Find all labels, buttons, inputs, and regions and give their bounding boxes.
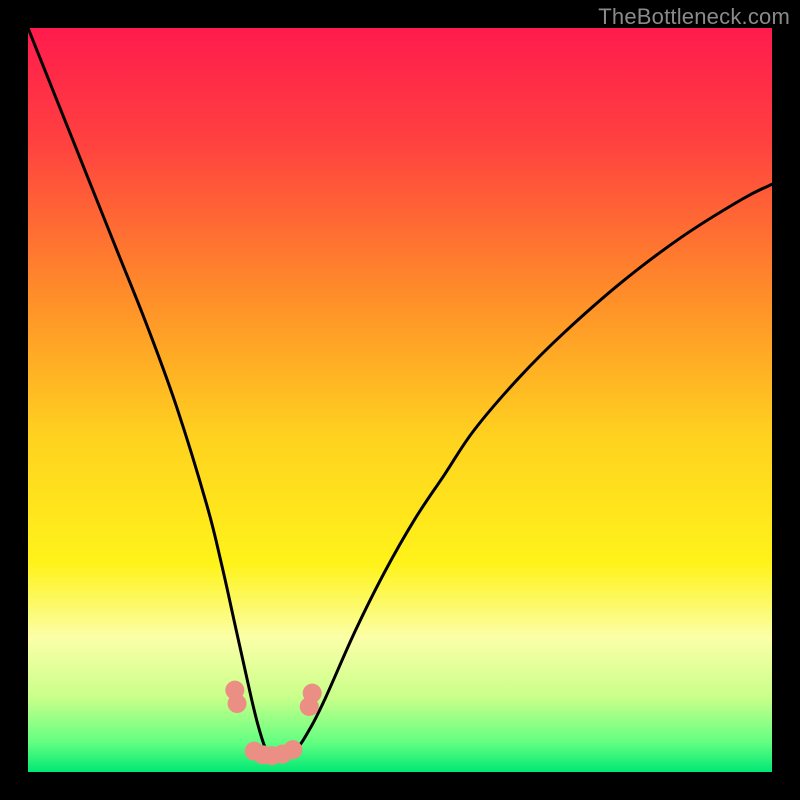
data-marker <box>228 694 247 713</box>
curve-markers <box>225 681 321 765</box>
data-marker <box>303 684 322 703</box>
curve-layer <box>28 28 772 772</box>
watermark-text: TheBottleneck.com <box>598 4 790 30</box>
plot-area <box>28 28 772 772</box>
bottleneck-curve <box>28 28 772 758</box>
data-marker <box>283 740 302 759</box>
chart-frame: { "watermark": "TheBottleneck.com", "col… <box>0 0 800 800</box>
